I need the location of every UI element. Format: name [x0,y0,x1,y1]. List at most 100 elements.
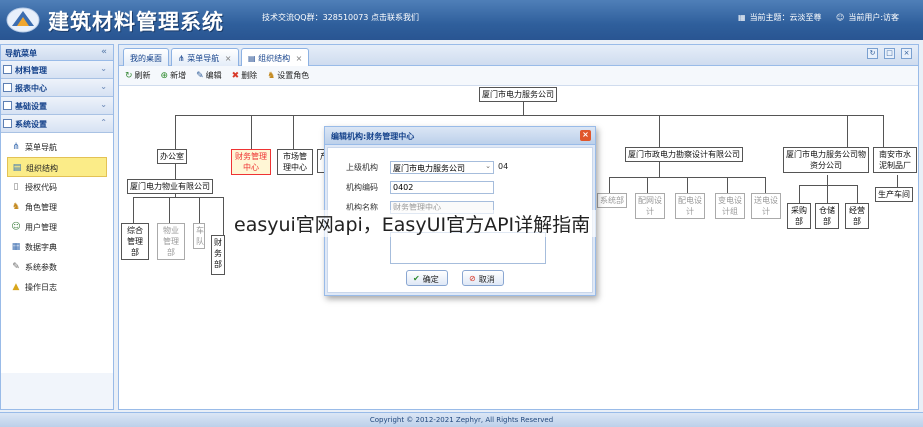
connector [169,197,170,223]
sidebar-title: 导航菜单 « [1,45,113,61]
theme-switcher[interactable]: ▦ 当前主题：云淡至尊 [738,12,822,23]
connector [765,177,766,193]
connector [897,175,898,187]
org-node-sys1[interactable]: 系统部 [597,193,627,208]
folder-icon [3,119,12,128]
refresh-icon: ↻ [125,70,133,81]
theme-label: 当前主题：云淡至尊 [749,13,822,22]
org-node-finance-dept[interactable]: 财务部 [211,235,225,275]
cancel-button[interactable]: ⊘ 取消 [462,270,504,286]
org-node-car[interactable]: 车队 [193,223,205,249]
folder-icon [3,101,12,110]
org-node-prop-mgmt[interactable]: 物业管理部 [157,223,185,260]
ok-button[interactable]: ✔ 确定 [406,270,448,286]
connector [133,197,223,198]
doc-icon: ▯ [13,182,19,192]
close-icon[interactable]: × [225,54,232,63]
collapse-icon[interactable]: « [101,47,107,57]
connector [251,115,252,149]
set-role-button[interactable]: ♞ 设置角色 [267,70,309,81]
sidebar-item-org-structure[interactable]: ▤ 组织结构 [7,157,107,177]
sidebar-item-param[interactable]: ✎ 系统参数 [1,257,113,277]
org-node-sys4[interactable]: 变电设计组 [715,193,745,219]
user-icon: ☺ [836,13,845,22]
sidebar-item-role[interactable]: ♞ 角色管理 [1,197,113,217]
connector [133,197,134,223]
tab-desktop[interactable]: 我的桌面 [123,48,169,66]
org-node-warehouse[interactable]: 仓储部 [815,203,839,229]
org-icon: ▤ [12,163,22,173]
org-node-operation[interactable]: 经营部 [845,203,869,229]
close-icon[interactable]: × [580,130,591,141]
edit-button[interactable]: ✎ 编辑 [196,70,222,81]
app-header: 建筑材料管理系统 技术交流QQ群：328510073 点击联系我们 ▦ 当前主题… [0,0,923,40]
plus-icon: ⊕ [160,70,169,81]
org-node-root[interactable]: 厦门市电力服务公司 [479,87,557,102]
chevron-up-icon: ⌃ [100,118,107,127]
system-title: 建筑材料管理系统 [48,10,224,34]
sidebar-item-dict[interactable]: ▦ 数据字典 [1,237,113,257]
folder-icon [3,83,12,92]
org-node-purchase[interactable]: 采购部 [787,203,811,229]
connector [659,115,660,147]
chevron-down-icon: ⌄ [485,162,491,170]
pencil-icon: ✎ [196,70,204,81]
folder-icon [3,65,12,74]
role-icon: ♞ [11,202,21,212]
add-button[interactable]: ⊕ 新增 [161,70,187,81]
param-icon: ✎ [12,262,20,272]
org-node-sys2[interactable]: 配网设计 [635,193,665,219]
sidebar-group-system[interactable]: 系统设置 ⌃ [1,115,113,133]
org-node-comp-mgmt[interactable]: 综合管理部 [121,223,149,260]
qq-contact-link[interactable]: 技术交流QQ群：328510073 点击联系我们 [262,12,419,23]
connector [799,185,857,186]
org-node-sys3[interactable]: 配电设计 [675,193,705,219]
chevron-down-icon: ⌄ [100,64,107,73]
sidebar-group-material[interactable]: 材料管理 ⌄ [1,61,113,79]
connector [827,185,828,203]
org-node-property[interactable]: 厦门电力物业有限公司 [127,179,213,194]
code-input[interactable] [390,181,494,194]
tab-menu-nav[interactable]: ⋔ 菜单导航 × [171,48,239,66]
maximize-icon[interactable]: □ [884,48,895,59]
connector [727,177,728,193]
sidebar-item-log[interactable]: ▲ 操作日志 [1,277,113,297]
org-node-production[interactable]: 生产车间 [875,187,913,202]
footer: Copyright © 2012-2021 Zephyr, All Rights… [0,412,923,427]
parent-select[interactable]: 厦门市电力服务公司 ⌄ [390,161,494,174]
connector [175,163,176,179]
delete-button[interactable]: ✖ 删除 [232,70,258,81]
connector [293,115,294,149]
close-all-icon[interactable]: × [901,48,912,59]
sidebar-item-auth-code[interactable]: ▯ 授权代码 [1,177,113,197]
chevron-down-icon: ⌄ [100,82,107,91]
logo-icon [6,7,40,33]
org-node-cement[interactable]: 南安市水泥制品厂 [873,147,917,173]
connector [687,177,688,193]
connector [659,161,660,177]
org-node-service[interactable]: 厦门市电力服务公司物资分公司 [783,147,869,173]
check-icon: ✔ [413,274,420,283]
connector [647,177,648,193]
refresh-button[interactable]: ↻ 刷新 [125,70,151,81]
tab-org-structure[interactable]: ▤ 组织结构 × [241,48,310,66]
sidebar-item-menu-nav[interactable]: ⋔ 菜单导航 [1,137,113,157]
close-icon[interactable]: × [296,54,303,63]
connector [175,115,176,149]
delete-icon: ✖ [231,70,240,81]
connector [199,197,200,223]
dialog-title: 编辑机构:财务管理中心 × [325,127,595,145]
org-node-office[interactable]: 办公室 [157,149,187,164]
refresh-icon[interactable]: ↻ [867,48,878,59]
sidebar-item-user[interactable]: ☺ 用户管理 [1,217,113,237]
sidebar-group-report[interactable]: 报表中心 ⌄ [1,79,113,97]
org-node-finance[interactable]: 财务管理中心 [231,149,271,175]
tab-tools: ↻ □ × [867,48,912,59]
chevron-down-icon: ⌄ [100,100,107,109]
current-user[interactable]: ☺ 当前用户:访客 [836,12,899,23]
org-node-market[interactable]: 市场管理中心 [277,149,313,175]
connector [175,115,883,116]
sidebar-group-basic[interactable]: 基础设置 ⌄ [1,97,113,115]
org-node-sys5[interactable]: 送电设计 [751,193,781,219]
org-node-survey[interactable]: 厦门市政电力勘察设计有限公司 [625,147,743,162]
